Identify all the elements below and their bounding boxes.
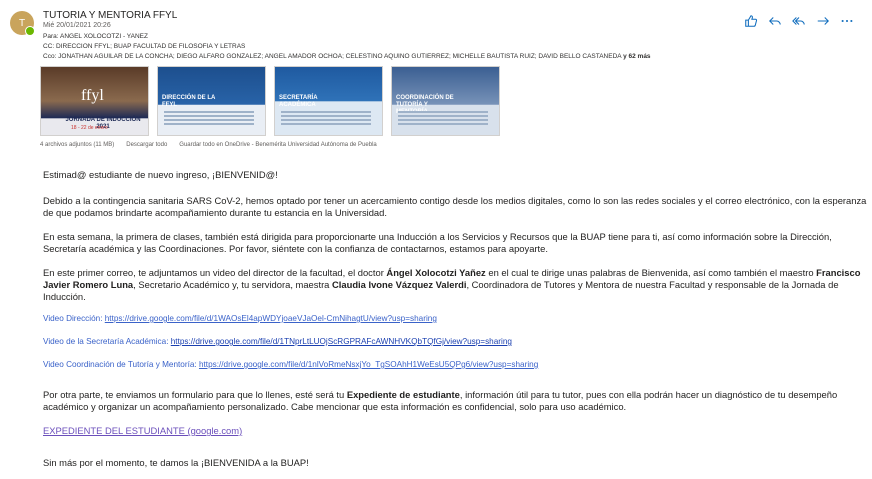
paragraph-text: en el cual te dirige unas palabras de Bi… [485, 267, 817, 278]
attachment-thumbnail[interactable]: SECRETARÍA ACADÉMICA [274, 66, 383, 136]
paragraph: En esta semana, la primera de clases, ta… [43, 231, 832, 254]
cc-recipients[interactable]: CC: DIRECCION FFYL; BUAP FACULTAD DE FIL… [43, 43, 245, 50]
bcc-recipients[interactable]: Cco: JONATHAN AGUILAR DE LA CONCHA; DIEG… [43, 53, 651, 60]
video-coordinacion-link[interactable]: https://drive.google.com/file/d/1nlVoRme… [199, 360, 538, 369]
attachment-text-lines [164, 111, 254, 127]
like-icon[interactable] [744, 14, 758, 28]
ffyl-logo: ffyl [81, 87, 104, 104]
sender-avatar[interactable]: T [10, 11, 35, 36]
video-link-row: Video Dirección: https://drive.google.co… [43, 313, 872, 325]
paragraph: Debido a la contingencia sanitaria SARS … [43, 195, 867, 218]
paragraph-text: , Secretario Académico y, tu servidora, … [133, 279, 333, 290]
attachment-title: SECRETARÍA ACADÉMICA [279, 95, 318, 108]
video-label: Video Dirección: [43, 314, 105, 323]
video-direccion-link[interactable]: https://drive.google.com/file/d/1WAOsEl4… [105, 314, 437, 323]
attachment-thumbnail[interactable]: DIRECCIÓN DE LA FFYL [157, 66, 266, 136]
paragraph: En este primer correo, te adjuntamos un … [43, 267, 872, 303]
sender-name[interactable]: TUTORIA Y MENTORIA FFYL [43, 10, 177, 21]
greeting: Estimad@ estudiante de nuevo ingreso, ¡B… [43, 169, 278, 180]
reply-icon[interactable] [768, 14, 782, 28]
paragraph-text: Por otra parte, te enviamos un formulari… [43, 389, 347, 400]
video-link-row: Video de la Secretaría Académica: https:… [43, 336, 872, 348]
download-all-link[interactable]: Descargar todo [126, 142, 167, 148]
attachment-thumbnail[interactable]: COORDINACIÓN DE TUTORÍA Y MENTORÍA [391, 66, 500, 136]
more-icon[interactable] [840, 14, 854, 28]
video-secretaria-link[interactable]: https://drive.google.com/file/d/1TNprLtL… [171, 337, 512, 346]
video-label: Video Coordinación de Tutoría y Mentoría… [43, 360, 199, 369]
attachment-meta: 4 archivos adjuntos (11 MB) Descargar to… [40, 142, 377, 148]
presence-status-icon [25, 26, 35, 36]
reply-all-icon[interactable] [792, 14, 806, 28]
avatar-initial: T [18, 17, 26, 29]
attachment-subtitle: 18 - 22 de enero [71, 125, 108, 131]
paragraph: Por otra parte, te enviamos un formulari… [43, 389, 872, 413]
bcc-list: Cco: JONATHAN AGUILAR DE LA CONCHA; DIEG… [43, 53, 622, 60]
video-label: Video de la Secretaría Académica: [43, 337, 171, 346]
message-date: Mié 20/01/2021 20:26 [43, 22, 111, 29]
message-body: Estimad@ estudiante de nuevo ingreso, ¡B… [43, 169, 872, 469]
attachment-text-lines [398, 111, 488, 127]
attachment-thumbnail[interactable]: ffyl JORNADA DE INDUCCIÓN 2021 18 - 22 d… [40, 66, 149, 136]
attachment-title: DIRECCIÓN DE LA FFYL [162, 95, 216, 108]
expediente-form-link[interactable]: EXPEDIENTE DEL ESTUDIANTE (google.com) [43, 425, 242, 436]
coordinator-name: Claudia Ivone Vázquez Valerdi [332, 279, 467, 290]
message-actions [744, 14, 854, 28]
director-name: Ángel Xolocotzi Yañez [386, 267, 486, 278]
attachment-count: 4 archivos adjuntos (11 MB) [40, 142, 115, 148]
save-onedrive-link[interactable]: Guardar todo en OneDrive - Benemérita Un… [179, 142, 376, 148]
closing: Sin más por el momento, te damos la ¡BIE… [43, 457, 309, 468]
to-recipients[interactable]: Para: ANGEL XOLOCOTZI - YANEZ [43, 33, 148, 40]
form-name: Expediente de estudiante [346, 389, 460, 400]
attachment-text-lines [281, 111, 371, 127]
attachment-list: ffyl JORNADA DE INDUCCIÓN 2021 18 - 22 d… [40, 66, 500, 136]
paragraph-text: En este primer correo, te adjuntamos un … [43, 267, 387, 278]
video-link-row: Video Coordinación de Tutoría y Mentoría… [43, 359, 872, 371]
bcc-more-link[interactable]: y 62 más [623, 53, 650, 60]
form-link-row: EXPEDIENTE DEL ESTUDIANTE (google.com) [43, 425, 872, 437]
forward-icon[interactable] [816, 14, 830, 28]
